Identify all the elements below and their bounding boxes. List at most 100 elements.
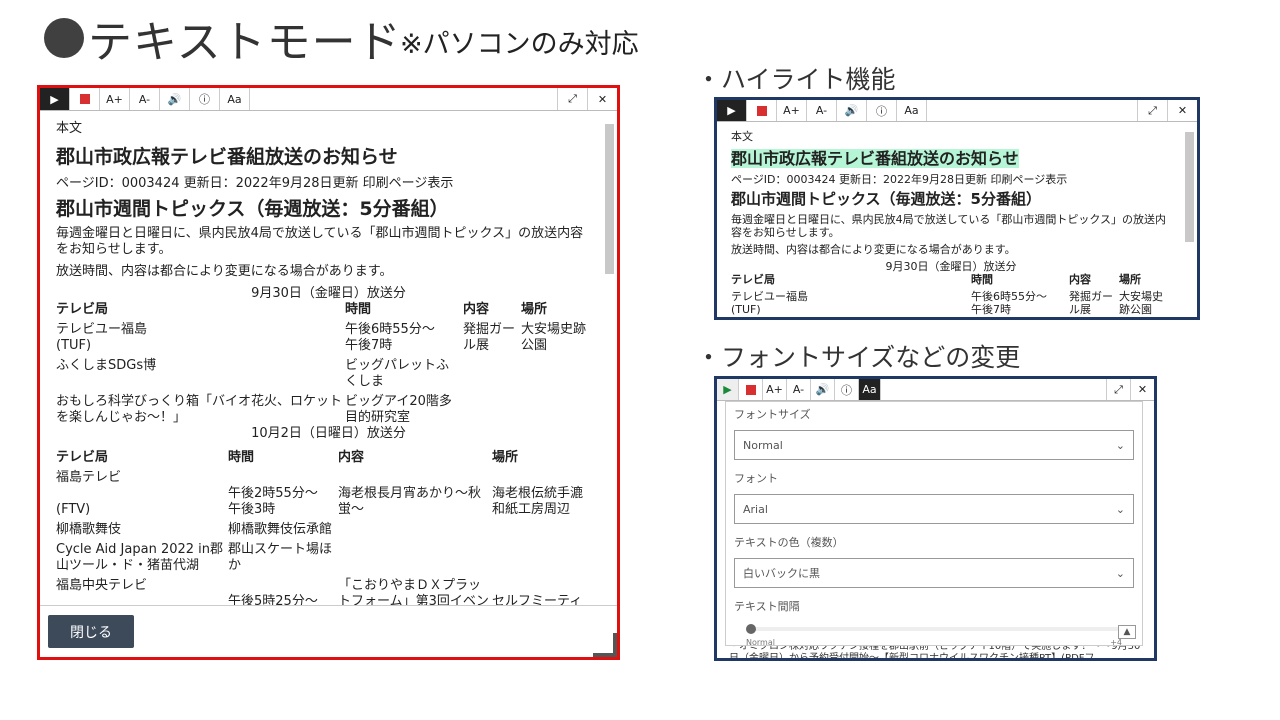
column-header: 時間 (971, 273, 993, 286)
stop-button[interactable] (739, 379, 763, 400)
speaker-button[interactable]: 🔊 (837, 100, 867, 121)
slide-note: ※パソコンのみ対応 (400, 29, 639, 60)
page-meta: ページID：0003424 更新日：2022年9月28日更新 印刷ページ表示 (731, 173, 1068, 186)
paragraph: 放送時間、内容は都合により変更になる場合があります。 (56, 264, 393, 279)
bullet-circle-icon (44, 18, 84, 58)
paragraph: 毎週金曜日と日曜日に、県内民放4局で放送している「郡山市週間トピックス」の放送内… (56, 226, 584, 257)
slider-thumb[interactable] (746, 624, 756, 634)
stop-button[interactable] (747, 100, 777, 121)
footer: 閉じる (40, 605, 617, 657)
stop-icon (756, 105, 767, 116)
play-button[interactable]: ▶ (717, 379, 739, 400)
table-cell: 大安場史跡公園 (521, 322, 587, 353)
table-cell: テレビユー福島 (TUF) (731, 290, 808, 316)
settings-button[interactable]: Aa (897, 100, 927, 121)
table-cell: 福島テレビ (FTV) (56, 470, 122, 517)
label-highlight: ・ハイライト機能 (696, 65, 896, 94)
table-row: 柳橋歌舞伎 柳橋歌舞伎伝承館 (56, 522, 596, 542)
table-cell (338, 542, 492, 578)
schedule-table-2: テレビ局 時間 内容 場所 福島テレビ (FTV) 午後2時55分～ 午後3時 海老根長… (56, 450, 596, 630)
section-label: 本文 (56, 121, 83, 136)
info-button[interactable]: ⓘ (835, 379, 859, 400)
font-down-button[interactable]: A- (130, 88, 160, 110)
page-subtitle: 郡山市週間トピックス（毎週放送：5分番組） (56, 198, 449, 220)
font-select[interactable]: Arial ⌄ (734, 494, 1134, 524)
table-cell (463, 394, 521, 430)
expand-button[interactable]: ⤢ (1137, 100, 1167, 121)
close-x-button[interactable]: ✕ (1130, 379, 1154, 400)
close-x-button[interactable]: ✕ (587, 88, 617, 110)
text-spacing-slider[interactable] (746, 620, 1122, 638)
info-button[interactable]: ⓘ (867, 100, 897, 121)
resize-grip[interactable] (593, 633, 617, 657)
table-cell: 大安場史跡公園 (1119, 290, 1163, 316)
table-cell: 午後2時55分～ 午後3時 (228, 486, 318, 517)
page-subtitle: 郡山市週間トピックス（毎週放送：5分番組） (731, 190, 1041, 208)
slider-min-label: Normal (746, 638, 775, 647)
table-row: Cycle Aid Japan 2022 in郡山ツール・ド・猪苗代湖 郡山スケー… (56, 542, 596, 578)
stop-icon (745, 384, 756, 395)
table-cell: 午後6時55分～ 午後7時 (345, 322, 435, 353)
table-header-row: テレビ局 時間 内容 場所 (731, 273, 1171, 290)
table-row: テレビユー福島 (TUF) 午後6時55分～ 午後7時 発掘ガール展 大安場史跡公園 (56, 322, 596, 358)
text-color-select[interactable]: 白いバックに黒 ⌄ (734, 558, 1134, 588)
table-row: テレビユー福島 (TUF) 午後6時55分～ 午後7時 発掘ガール展 大安場史跡公園 (731, 290, 1171, 317)
settings-button[interactable]: Aa (220, 88, 250, 110)
table-cell: 海老根長月宵あかり～秋蛍～ (338, 486, 482, 517)
font-settings-window: ▶ A+ A- 🔊 ⓘ Aa ⤢ ✕ ・オミクロン株対応ワクチン接種を郡山駅前（… (714, 376, 1157, 661)
table-header-row: テレビ局 時間 内容 場所 (56, 302, 596, 322)
font-value: Arial (743, 502, 768, 516)
table-row: ふくしまSDGs博 ビッグパレットふくしま (56, 358, 596, 394)
font-size-label: フォントサイズ (734, 408, 811, 421)
play-button[interactable]: ▶ (40, 88, 70, 110)
close-x-button[interactable]: ✕ (1167, 100, 1197, 121)
font-size-value: Normal (743, 438, 783, 452)
font-down-button[interactable]: A- (787, 379, 811, 400)
label-font-change: ・フォントサイズなどの変更 (696, 343, 1021, 372)
table-cell (521, 358, 596, 394)
column-header: 場所 (1119, 273, 1141, 286)
font-label: フォント (734, 472, 778, 485)
font-up-button[interactable]: A+ (100, 88, 130, 110)
column-header: テレビ局 (731, 273, 775, 286)
font-size-select[interactable]: Normal ⌄ (734, 430, 1134, 460)
table-cell (492, 542, 596, 578)
table1-caption: 9月30日（金曜日）放送分 (251, 286, 406, 301)
column-header: 場所 (492, 450, 519, 465)
table-row: おもしろ科学びっくり箱「バイオ花火、ロケットを楽しんじゃお～！」 ビッグアイ20階… (56, 394, 596, 430)
close-button[interactable]: 閉じる (48, 615, 134, 648)
page-title: 郡山市政広報テレビ番組放送のお知らせ (56, 146, 398, 168)
info-button[interactable]: ⓘ (190, 88, 220, 110)
settings-button[interactable]: Aa (859, 379, 881, 400)
play-button[interactable]: ▶ (717, 100, 747, 121)
highlight-window: ▶ A+ A- 🔊 ⓘ Aa ⤢ ✕ 本文 郡山市政広報テレビ番組放送のお知らせ… (714, 97, 1200, 320)
chevron-down-icon: ⌄ (1115, 566, 1125, 580)
table-header-row: テレビ局 時間 内容 場所 (56, 450, 596, 470)
table-cell: ビッグアイ20階多目的研究室 (345, 394, 452, 425)
paragraph: 毎週金曜日と日曜日に、県内民放4局で放送している「郡山市週間トピックス」の放送内… (731, 213, 1167, 239)
slide-title-text: テキストモード (88, 17, 402, 68)
column-header: テレビ局 (56, 302, 109, 317)
speaker-button[interactable]: 🔊 (811, 379, 835, 400)
font-down-button[interactable]: A- (807, 100, 837, 121)
expand-button[interactable]: ⤢ (557, 88, 587, 110)
speaker-button[interactable]: 🔊 (160, 88, 190, 110)
page-meta: ページID：0003424 更新日：2022年9月28日更新 印刷ページ表示 (56, 176, 454, 191)
table-cell: テレビユー福島 (TUF) (56, 322, 148, 353)
font-up-button[interactable]: A+ (763, 379, 787, 400)
table1-caption: 9月30日（金曜日）放送分 (885, 260, 1017, 273)
font-up-button[interactable]: A+ (777, 100, 807, 121)
table-cell: 発掘ガール展 (463, 322, 516, 353)
expand-button[interactable]: ⤢ (1106, 379, 1130, 400)
toolbar: ▶ A+ A- 🔊 ⓘ Aa ⤢ ✕ (717, 100, 1197, 122)
collapse-up-button[interactable]: ▲ (1118, 625, 1136, 639)
table-row: 福島テレビ (FTV) 午後2時55分～ 午後3時 海老根長月宵あかり～秋蛍～ … (56, 470, 596, 522)
column-header: テレビ局 (56, 450, 109, 465)
table-cell: 海老根伝統手漉和紙工房周辺 (492, 486, 584, 517)
stop-button[interactable] (70, 88, 100, 110)
text-color-label: テキストの色（複数） (734, 536, 844, 549)
content: 本文 郡山市政広報テレビ番組放送のお知らせ ページID：0003424 更新日：… (40, 111, 617, 630)
stop-icon (79, 94, 90, 104)
column-header: 内容 (338, 450, 365, 465)
column-header: 内容 (1069, 273, 1091, 286)
